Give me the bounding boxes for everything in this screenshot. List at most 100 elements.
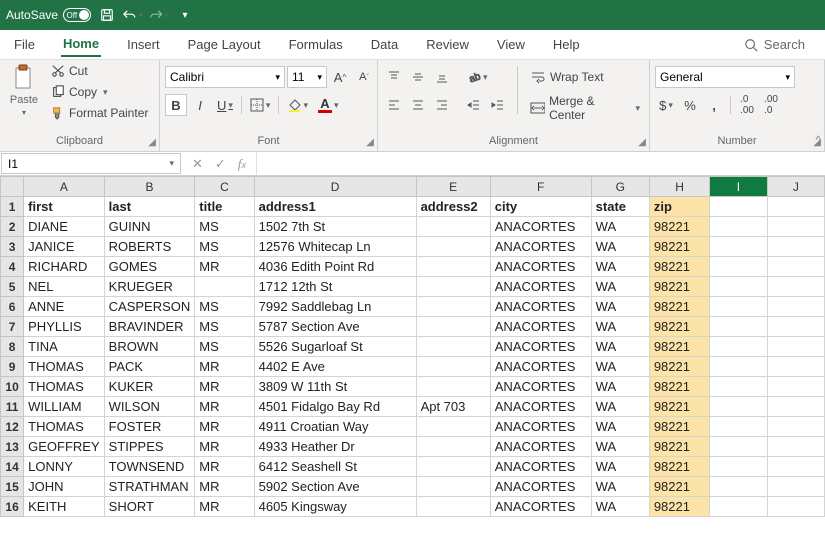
col-header-I[interactable]: I bbox=[710, 177, 767, 197]
cell[interactable] bbox=[710, 337, 767, 357]
cell[interactable] bbox=[710, 257, 767, 277]
cell[interactable]: ANACORTES bbox=[490, 277, 591, 297]
cell[interactable] bbox=[767, 197, 824, 217]
cell[interactable]: WA bbox=[591, 277, 649, 297]
cell[interactable]: PHYLLIS bbox=[24, 317, 105, 337]
cell[interactable] bbox=[416, 497, 490, 517]
decrease-font-button[interactable]: Aˇ bbox=[353, 66, 375, 88]
cell[interactable] bbox=[767, 357, 824, 377]
cell[interactable] bbox=[416, 357, 490, 377]
cell[interactable] bbox=[710, 297, 767, 317]
accounting-format-button[interactable]: $ bbox=[655, 94, 677, 116]
font-launcher[interactable]: ◢ bbox=[366, 137, 374, 148]
cell[interactable] bbox=[416, 437, 490, 457]
cell[interactable]: 98221 bbox=[649, 357, 710, 377]
align-right-button[interactable] bbox=[431, 94, 453, 116]
comma-format-button[interactable]: , bbox=[703, 94, 725, 116]
cell[interactable] bbox=[710, 477, 767, 497]
cell[interactable]: title bbox=[195, 197, 254, 217]
cell[interactable]: 3809 W 11th St bbox=[254, 377, 416, 397]
redo-button[interactable] bbox=[149, 5, 169, 25]
cell[interactable]: FOSTER bbox=[104, 417, 195, 437]
row-header-4[interactable]: 4 bbox=[1, 257, 24, 277]
cell[interactable] bbox=[710, 417, 767, 437]
cell[interactable]: first bbox=[24, 197, 105, 217]
cell[interactable]: ANACORTES bbox=[490, 297, 591, 317]
cell[interactable]: BRAVINDER bbox=[104, 317, 195, 337]
cell[interactable]: last bbox=[104, 197, 195, 217]
cell[interactable] bbox=[416, 297, 490, 317]
cell[interactable]: 98221 bbox=[649, 497, 710, 517]
cell[interactable]: 4501 Fidalgo Bay Rd bbox=[254, 397, 416, 417]
cell[interactable] bbox=[767, 377, 824, 397]
cell[interactable]: KUKER bbox=[104, 377, 195, 397]
cell[interactable]: CASPERSON bbox=[104, 297, 195, 317]
col-header-H[interactable]: H bbox=[649, 177, 710, 197]
cell[interactable] bbox=[416, 217, 490, 237]
row-header-13[interactable]: 13 bbox=[1, 437, 24, 457]
cell[interactable]: 4911 Croatian Way bbox=[254, 417, 416, 437]
cell[interactable] bbox=[710, 217, 767, 237]
cell[interactable]: 98221 bbox=[649, 397, 710, 417]
cell[interactable]: ANACORTES bbox=[490, 397, 591, 417]
toggle-switch[interactable]: Off bbox=[63, 8, 91, 22]
cell[interactable]: 98221 bbox=[649, 437, 710, 457]
cell[interactable]: TINA bbox=[24, 337, 105, 357]
row-header-5[interactable]: 5 bbox=[1, 277, 24, 297]
cell[interactable]: 6412 Seashell St bbox=[254, 457, 416, 477]
cell[interactable]: 5526 Sugarloaf St bbox=[254, 337, 416, 357]
font-size-select[interactable]: 11▾ bbox=[287, 66, 327, 88]
cell[interactable]: address1 bbox=[254, 197, 416, 217]
collapse-ribbon-button[interactable]: ^ bbox=[815, 133, 821, 147]
row-header-6[interactable]: 6 bbox=[1, 297, 24, 317]
cell[interactable]: ANACORTES bbox=[490, 237, 591, 257]
bold-button[interactable]: B bbox=[165, 94, 187, 116]
cell[interactable]: state bbox=[591, 197, 649, 217]
cell[interactable]: 12576 Whitecap Ln bbox=[254, 237, 416, 257]
cell[interactable]: RICHARD bbox=[24, 257, 105, 277]
row-header-9[interactable]: 9 bbox=[1, 357, 24, 377]
cell[interactable]: ANACORTES bbox=[490, 417, 591, 437]
cell[interactable] bbox=[767, 437, 824, 457]
cell[interactable]: THOMAS bbox=[24, 377, 105, 397]
cell[interactable]: 98221 bbox=[649, 297, 710, 317]
merge-center-button[interactable]: Merge & Center bbox=[526, 92, 644, 124]
cell[interactable]: 98221 bbox=[649, 237, 710, 257]
cell[interactable]: MS bbox=[195, 317, 254, 337]
tab-formulas[interactable]: Formulas bbox=[287, 33, 345, 56]
cell[interactable]: 98221 bbox=[649, 337, 710, 357]
tab-page-layout[interactable]: Page Layout bbox=[186, 33, 263, 56]
align-bottom-button[interactable] bbox=[431, 66, 453, 88]
row-header-10[interactable]: 10 bbox=[1, 377, 24, 397]
cell[interactable]: THOMAS bbox=[24, 417, 105, 437]
cell[interactable]: WA bbox=[591, 457, 649, 477]
decrease-indent-button[interactable] bbox=[463, 94, 485, 116]
cell[interactable]: THOMAS bbox=[24, 357, 105, 377]
cell[interactable] bbox=[416, 377, 490, 397]
increase-indent-button[interactable] bbox=[487, 94, 509, 116]
tab-insert[interactable]: Insert bbox=[125, 33, 162, 56]
cell[interactable]: MR bbox=[195, 457, 254, 477]
align-middle-button[interactable] bbox=[407, 66, 429, 88]
cell[interactable] bbox=[710, 437, 767, 457]
cell[interactable]: LONNY bbox=[24, 457, 105, 477]
tab-help[interactable]: Help bbox=[551, 33, 582, 56]
cell[interactable]: 4036 Edith Point Rd bbox=[254, 257, 416, 277]
cell[interactable]: WA bbox=[591, 297, 649, 317]
clipboard-launcher[interactable]: ◢ bbox=[148, 137, 156, 148]
cell[interactable]: 98221 bbox=[649, 257, 710, 277]
cell[interactable]: TOWNSEND bbox=[104, 457, 195, 477]
cell[interactable]: JANICE bbox=[24, 237, 105, 257]
cell[interactable] bbox=[767, 457, 824, 477]
spreadsheet-grid[interactable]: ABCDEFGHIJ1firstlasttitleaddress1address… bbox=[0, 176, 825, 552]
orientation-button[interactable]: ab bbox=[463, 66, 492, 88]
cell[interactable] bbox=[710, 497, 767, 517]
cell[interactable] bbox=[767, 237, 824, 257]
row-header-12[interactable]: 12 bbox=[1, 417, 24, 437]
cell[interactable]: ANACORTES bbox=[490, 217, 591, 237]
cell[interactable]: ANACORTES bbox=[490, 497, 591, 517]
cell[interactable]: 4933 Heather Dr bbox=[254, 437, 416, 457]
cell[interactable]: 1502 7th St bbox=[254, 217, 416, 237]
cell[interactable] bbox=[767, 337, 824, 357]
cell[interactable] bbox=[710, 317, 767, 337]
